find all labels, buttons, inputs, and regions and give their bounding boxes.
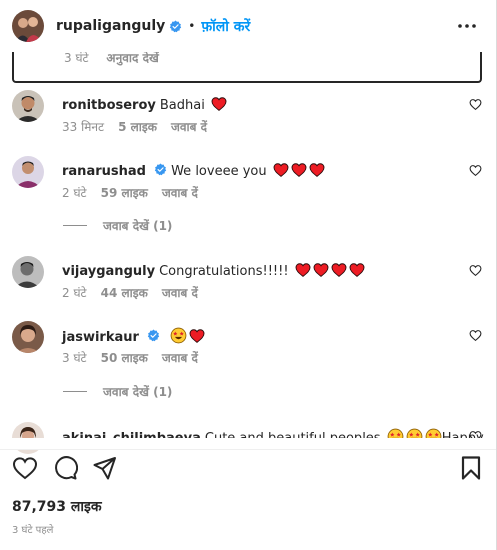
bookmark-icon[interactable]: [458, 455, 484, 481]
top-comment-meta: 3 घंटे अनुवाद देखें: [64, 52, 173, 66]
reply-button[interactable]: जवाब दें: [171, 120, 207, 134]
like-heart-icon[interactable]: [469, 329, 482, 342]
red-heart-icon: [349, 262, 365, 278]
comment-time: 3 घंटे: [64, 52, 89, 65]
red-heart-icon: [295, 262, 311, 278]
post-header: rupaliganguly • फ़ॉलो करें: [0, 0, 497, 52]
comment-item: jaswirkaur 3 घंटे 50 लाइक जवाब दें: [12, 321, 482, 365]
view-replies-label: जवाब देखें (1): [103, 219, 173, 233]
comment-item: ronitboseroy Badhai 33 मिनट 5 लाइक जवाब दें: [12, 90, 482, 134]
share-icon[interactable]: [92, 455, 118, 481]
red-heart-icon: [189, 328, 205, 344]
like-icon[interactable]: [12, 455, 38, 481]
highlighted-comment-box: 3 घंटे अनुवाद देखें: [12, 52, 482, 83]
follow-button[interactable]: फ़ॉलो करें: [201, 17, 250, 36]
commenter-avatar[interactable]: [12, 321, 44, 353]
reply-button[interactable]: जवाब दें: [162, 351, 198, 365]
view-replies-button[interactable]: जवाब देखें (1): [63, 383, 172, 400]
post-timestamp: 3 घंटे पहले: [12, 525, 54, 536]
commenter-username[interactable]: vijayganguly: [62, 264, 155, 279]
verified-badge-icon: [169, 20, 182, 33]
commenter-username[interactable]: jaswirkaur: [62, 330, 139, 345]
red-heart-icon: [309, 162, 325, 178]
reply-button[interactable]: जवाब दें: [162, 186, 198, 200]
reply-button[interactable]: जवाब दें: [162, 286, 198, 300]
comment-text: Congratulations!!!!!: [159, 264, 289, 279]
comment-line: ranarushad We loveee you: [62, 162, 325, 179]
like-heart-icon[interactable]: [469, 164, 482, 177]
red-heart-icon: [291, 162, 307, 178]
actions-divider: [0, 449, 497, 450]
header-separator: •: [188, 19, 196, 33]
verified-badge-icon: [147, 329, 160, 342]
commenter-avatar[interactable]: [12, 90, 44, 122]
likes-count[interactable]: 87,793 लाइक: [12, 497, 102, 516]
comment-text: Badhai: [159, 98, 205, 113]
view-replies-label: जवाब देखें (1): [103, 385, 173, 399]
comment-likes-link[interactable]: 5 लाइक: [118, 120, 157, 134]
comment-text: We loveee you: [171, 164, 267, 179]
comment-line: vijayganguly Congratulations!!!!!: [62, 262, 365, 279]
star-struck-emoji-icon: [170, 327, 187, 344]
verified-badge-icon: [154, 163, 167, 176]
comment-meta: 3 घंटे 50 लाइक जवाब दें: [62, 349, 212, 366]
comment-likes-link[interactable]: 50 लाइक: [101, 351, 148, 365]
like-heart-icon[interactable]: [469, 98, 482, 111]
comment-likes-link[interactable]: 59 लाइक: [101, 186, 148, 200]
post-actions-bar: [12, 455, 484, 485]
red-heart-icon: [313, 262, 329, 278]
red-heart-icon: [273, 162, 289, 178]
red-heart-icon: [331, 262, 347, 278]
commenter-avatar[interactable]: [12, 156, 44, 188]
comment-meta: 33 मिनट 5 लाइक जवाब दें: [62, 118, 221, 135]
comment-meta: 2 घंटे 44 लाइक जवाब दें: [62, 284, 212, 301]
like-heart-icon[interactable]: [469, 264, 482, 277]
commenter-username[interactable]: ranarushad: [62, 164, 146, 179]
commenter-avatar[interactable]: [12, 256, 44, 288]
comment-line: ronitboseroy Badhai: [62, 96, 227, 113]
comment-icon[interactable]: [52, 455, 78, 481]
author-username[interactable]: rupaliganguly: [56, 18, 165, 34]
comment-item: vijayganguly Congratulations!!!!! 2 घंटे 4…: [12, 256, 482, 300]
red-heart-icon: [211, 96, 227, 112]
comment-time: 2 घंटे: [62, 186, 87, 200]
comment-meta: 2 घंटे 59 लाइक जवाब दें: [62, 184, 212, 201]
comment-item: ranarushad We loveee you 2 घंटे 59 लाइक जव…: [12, 156, 482, 200]
comment-likes-link[interactable]: 44 लाइक: [101, 286, 148, 300]
author-avatar[interactable]: [12, 10, 44, 42]
comment-line: jaswirkaur: [62, 327, 205, 345]
replies-divider: [63, 391, 87, 392]
view-replies-button[interactable]: जवाब देखें (1): [63, 217, 172, 234]
more-options-icon[interactable]: [457, 16, 477, 36]
see-translation-link[interactable]: अनुवाद देखें: [106, 52, 158, 65]
comment-time: 3 घंटे: [62, 351, 87, 365]
comment-time: 33 मिनट: [62, 120, 105, 134]
comment-time: 2 घंटे: [62, 286, 87, 300]
replies-divider: [63, 225, 87, 226]
commenter-username[interactable]: ronitboseroy: [62, 98, 156, 113]
